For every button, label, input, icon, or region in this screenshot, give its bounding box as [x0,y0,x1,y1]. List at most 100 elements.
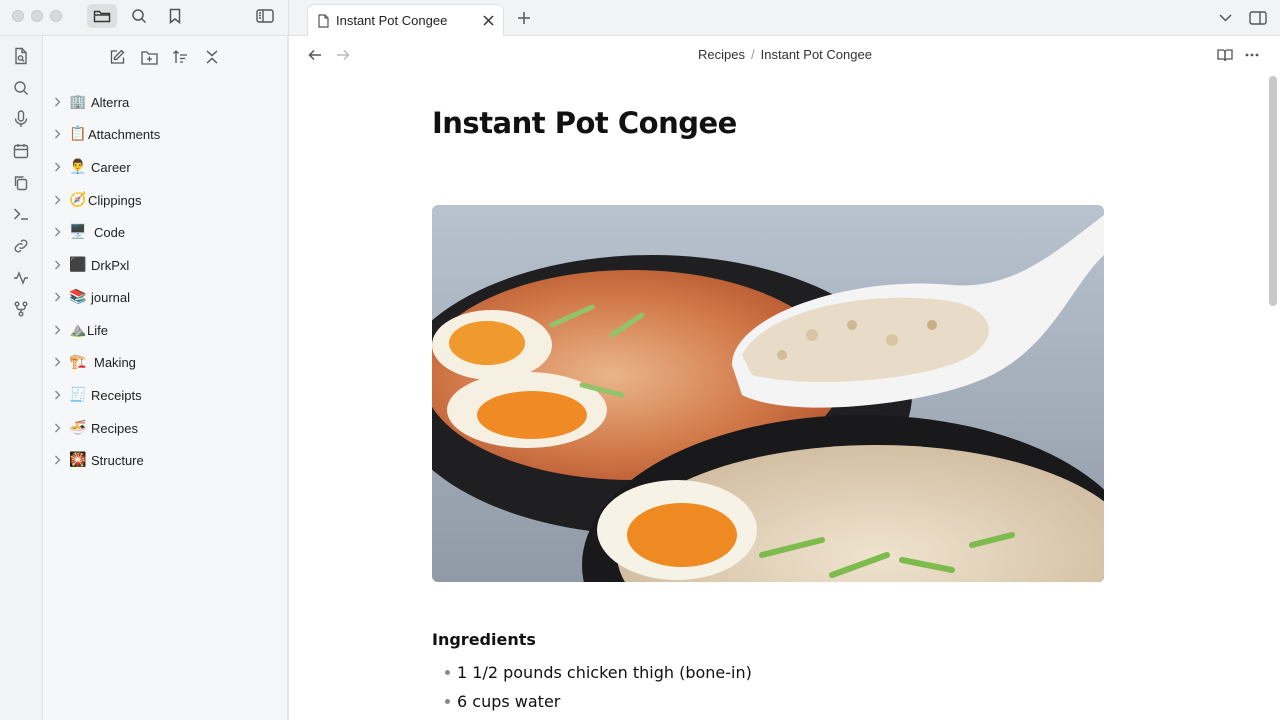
chevron-right-icon [51,324,63,336]
tab-bar: Instant Pot Congee [289,0,1280,36]
folder-icon [93,10,111,23]
tab-instant-pot-congee[interactable]: Instant Pot Congee [307,4,504,36]
toggle-left-sidebar-button[interactable] [250,4,280,28]
view-header: Recipes / Instant Pot Congee [290,36,1280,73]
collapse-all-button[interactable] [200,45,224,69]
folder-item-receipts[interactable]: 🧾 Receipts [43,381,287,409]
folder-label: DrkPxl [91,257,130,273]
folder-label: Structure [91,452,144,468]
search-button[interactable] [124,4,154,28]
bullet-icon [445,670,450,675]
folder-label: Career [91,159,131,175]
ribbon-search[interactable] [11,78,31,98]
breadcrumb: Recipes / Instant Pot Congee [290,47,1280,62]
editor-scrollbar[interactable] [1269,76,1277,306]
chevron-right-icon [51,128,63,140]
list-item-text: 1 1/2 pounds chicken thigh (bone-in) [457,663,752,682]
folder-item-attachments[interactable]: 📋 Attachments [43,120,287,148]
collapse-icon [206,50,218,64]
folder-item-career[interactable]: 👨‍💼 Career [43,153,287,181]
ribbon [0,36,43,720]
search-icon [132,9,147,24]
tab-list-button[interactable] [1213,6,1237,30]
breadcrumb-parent[interactable]: Recipes [698,47,745,62]
sidebar-right-icon [1249,11,1267,25]
folder-item-recipes[interactable]: 🍜 Recipes [43,414,287,442]
ribbon-templates[interactable] [11,173,31,193]
reading-view-button[interactable] [1214,44,1236,66]
bookmarks-button[interactable] [160,4,190,28]
folder-emoji-icon: 🍜 [69,420,87,436]
change-sort-order-button[interactable] [168,45,192,69]
zoom-window-button[interactable] [50,10,62,22]
sidebar-left-icon [256,9,274,23]
toggle-right-sidebar-button[interactable] [1246,6,1270,30]
close-icon [482,15,494,26]
tab-title: Instant Pot Congee [336,13,448,28]
folder-item-journal[interactable]: 📚 journal [43,283,287,311]
folder-emoji-icon: ⛰️ [69,322,87,338]
congee-photo [432,205,1104,582]
app-window: Instant Pot Congee 🏢 Alterra 📋 Attachmen… [0,0,1280,720]
ribbon-daily-note[interactable] [11,141,31,161]
folder-label: Life [87,322,108,338]
copy-icon [14,176,28,191]
more-options-button[interactable] [1241,44,1263,66]
bullet-icon [445,699,450,704]
activity-icon [14,271,28,285]
folder-item-alterra[interactable]: 🏢 Alterra [43,88,287,116]
ribbon-git[interactable] [11,299,31,319]
close-window-button[interactable] [12,10,24,22]
folder-item-life[interactable]: ⛰️ Life [43,316,287,344]
folder-label: Attachments [88,126,161,142]
book-open-icon [1217,49,1233,62]
sort-icon [173,50,187,63]
folder-label: Clippings [88,192,142,208]
chevron-right-icon [51,291,63,303]
folder-item-structure[interactable]: 🎇 Structure [43,446,287,474]
list-item[interactable]: 1 1/2 pounds chicken thigh (bone-in) [445,658,752,687]
folder-label: journal [91,289,131,305]
folder-emoji-icon: 🧭 [69,192,87,208]
chevron-right-icon [51,226,63,238]
edit-icon [110,49,125,64]
file-icon [318,13,329,28]
file-explorer: 🏢 Alterra 📋 Attachments 👨‍💼 Career 🧭 Cli… [43,36,289,720]
folder-emoji-icon: 📋 [69,126,87,142]
chevron-right-icon [51,356,63,368]
folder-item-drkpxl[interactable]: ⬛ DrkPxl [43,251,287,279]
ribbon-command-palette[interactable] [11,204,31,224]
folder-label: Making [94,354,136,370]
microphone-icon [14,110,28,127]
folder-item-code[interactable]: 🖥️ Code [43,218,287,246]
file-explorer-actions [43,45,287,69]
sidebar-header [0,0,289,36]
ribbon-audio-recorder[interactable] [11,109,31,129]
calendar-icon [13,144,29,159]
folder-item-making[interactable]: 🏗️ Making [43,348,287,376]
list-item[interactable]: 6 cups water [445,687,752,716]
file-search-icon [15,47,27,65]
minimize-window-button[interactable] [31,10,43,22]
folder-item-clippings[interactable]: 🧭 Clippings [43,186,287,214]
breadcrumb-current[interactable]: Instant Pot Congee [761,47,872,62]
ribbon-activity[interactable] [11,268,31,288]
folder-emoji-icon: ⬛ [69,257,87,273]
ingredients-list: 1 1/2 pounds chicken thigh (bone-in) 6 c… [445,658,752,716]
folder-emoji-icon: 🖥️ [69,224,87,240]
folder-emoji-icon: 🏢 [69,94,87,110]
file-explorer-button[interactable] [87,4,117,28]
ribbon-links[interactable] [11,236,31,256]
editor-pane: Recipes / Instant Pot Congee Instant Pot C… [290,36,1280,720]
new-note-button[interactable] [105,45,129,69]
plus-icon [518,12,530,24]
new-tab-button[interactable] [512,6,536,30]
close-tab-button[interactable] [477,10,499,32]
ribbon-open-quick-switcher[interactable] [11,46,31,66]
ingredients-heading[interactable]: Ingredients [432,630,536,649]
chevron-right-icon [51,96,63,108]
new-folder-button[interactable] [137,45,161,69]
folder-label: Code [94,224,126,240]
note-title[interactable]: Instant Pot Congee [432,106,737,140]
chevron-right-icon [51,389,63,401]
